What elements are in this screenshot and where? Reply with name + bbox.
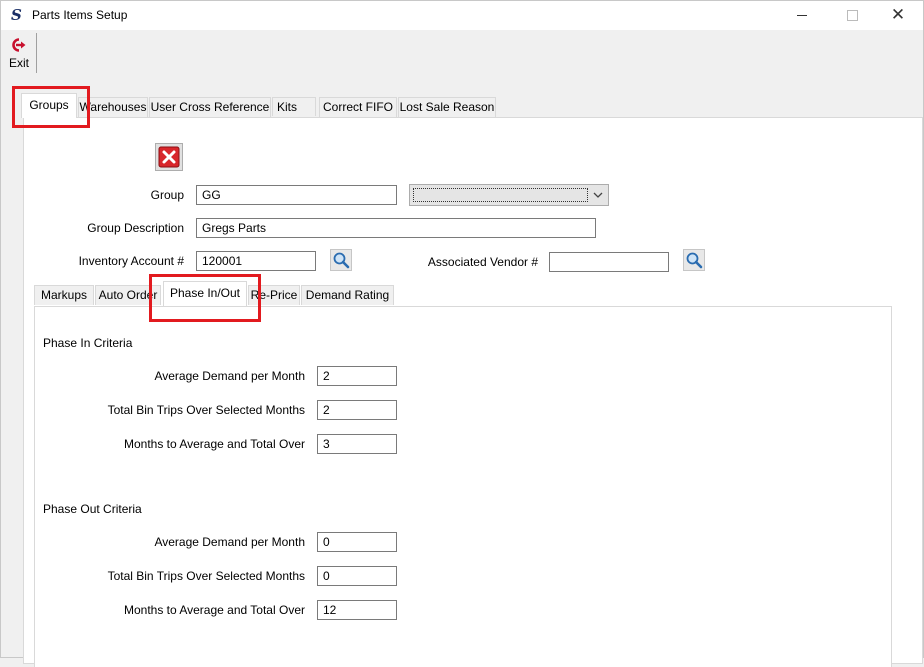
groups-panel: Group Group Description Inventory Accoun… xyxy=(23,117,923,667)
maximize-button[interactable] xyxy=(829,1,875,30)
tab-markups-label: Markups xyxy=(40,288,87,302)
minimize-icon xyxy=(797,15,807,16)
tab-markups[interactable]: Markups xyxy=(34,285,94,305)
title-bar: S Parts Items Setup ✕ xyxy=(1,1,923,30)
phase-in-bin-trips-label: Total Bin Trips Over Selected Months xyxy=(107,403,305,417)
associated-vendor-label: Associated Vendor # xyxy=(427,255,538,269)
inventory-account-label: Inventory Account # xyxy=(78,254,184,268)
associated-vendor-search-button[interactable] xyxy=(683,249,705,271)
tab-lost-sale-reason-label: Lost Sale Reason xyxy=(399,100,495,114)
group-description-label: Group Description xyxy=(87,221,184,235)
phase-out-avg-demand-label: Average Demand per Month xyxy=(154,535,305,549)
phase-in-out-panel: Phase In Criteria Average Demand per Mon… xyxy=(34,306,892,667)
maximize-icon xyxy=(847,10,858,21)
phase-out-bin-trips-input[interactable] xyxy=(317,566,397,586)
phase-out-months-label: Months to Average and Total Over xyxy=(123,603,305,617)
inventory-account-search-button[interactable] xyxy=(330,249,352,271)
phase-in-months-input[interactable] xyxy=(317,434,397,454)
app-logo-icon: S xyxy=(11,6,22,24)
groups-tab-highlight xyxy=(12,86,90,128)
phase-out-avg-demand-input[interactable] xyxy=(317,532,397,552)
tab-user-cross-reference[interactable]: User Cross Reference xyxy=(149,97,271,117)
phase-out-bin-trips-label: Total Bin Trips Over Selected Months xyxy=(107,569,305,583)
phase-in-bin-trips-input[interactable] xyxy=(317,400,397,420)
tab-kits[interactable]: Kits xyxy=(272,97,316,116)
delete-icon xyxy=(158,146,180,168)
associated-vendor-input[interactable] xyxy=(549,252,669,272)
inventory-account-input[interactable] xyxy=(196,251,316,271)
search-icon xyxy=(333,252,350,269)
phase-in-out-tab-highlight xyxy=(149,274,261,322)
tab-correct-fifo[interactable]: Correct FIFO xyxy=(319,97,397,117)
phase-in-avg-demand-input[interactable] xyxy=(317,366,397,386)
tab-demand-rating-label: Demand Rating xyxy=(305,288,390,302)
group-label: Group xyxy=(150,188,184,202)
phase-in-avg-demand-label: Average Demand per Month xyxy=(154,369,305,383)
tab-lost-sale-reason[interactable]: Lost Sale Reason xyxy=(398,97,496,117)
toolbar-separator xyxy=(36,33,37,73)
minimize-button[interactable] xyxy=(779,1,825,30)
toolbar: Exit xyxy=(1,30,923,74)
group-select-value xyxy=(413,188,588,202)
tab-demand-rating[interactable]: Demand Rating xyxy=(301,285,394,305)
phase-in-months-label: Months to Average and Total Over xyxy=(123,437,305,451)
exit-icon xyxy=(12,38,26,52)
tab-user-cross-reference-label: User Cross Reference xyxy=(150,100,270,114)
exit-label: Exit xyxy=(8,56,29,70)
tab-kits-label: Kits xyxy=(277,100,298,114)
window-title: Parts Items Setup xyxy=(32,8,128,22)
exit-button[interactable]: Exit xyxy=(6,36,32,72)
chevron-down-icon xyxy=(593,192,603,198)
phase-out-months-input[interactable] xyxy=(317,600,397,620)
phase-in-title: Phase In Criteria xyxy=(43,336,133,350)
search-icon xyxy=(686,252,703,269)
tab-correct-fifo-label: Correct FIFO xyxy=(322,100,393,114)
group-input[interactable] xyxy=(196,185,397,205)
close-icon: ✕ xyxy=(890,5,906,24)
group-select[interactable] xyxy=(409,184,609,206)
phase-out-title: Phase Out Criteria xyxy=(43,502,142,516)
delete-button[interactable] xyxy=(155,143,183,171)
close-window-button[interactable]: ✕ xyxy=(875,1,921,30)
group-description-input[interactable] xyxy=(196,218,596,238)
parts-items-setup-window: S Parts Items Setup ✕ Exit Groups Wareho… xyxy=(0,0,924,667)
